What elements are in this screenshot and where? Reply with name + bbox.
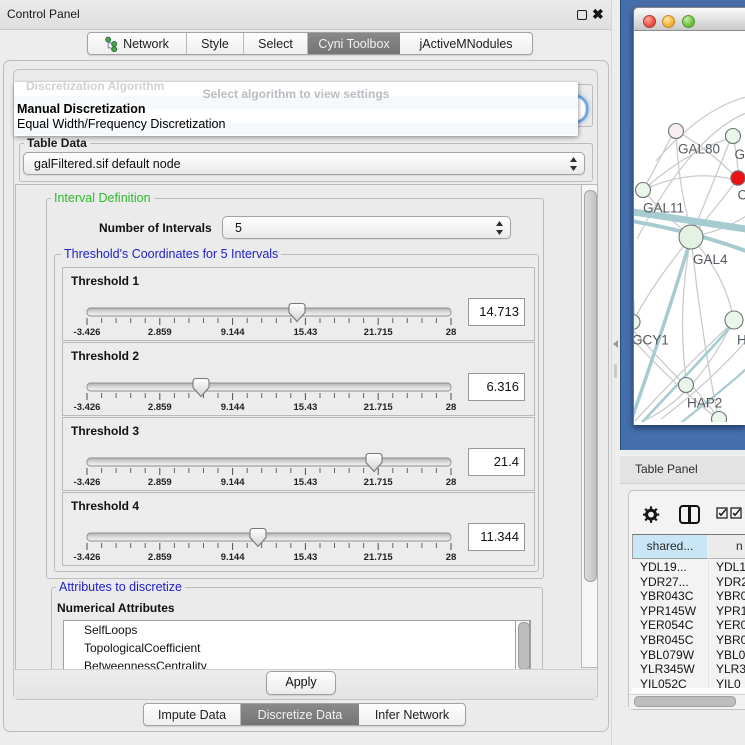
svg-text:HAP2: HAP2 (687, 396, 722, 411)
svg-text:HA: HA (737, 333, 745, 348)
svg-text:GAL80: GAL80 (678, 142, 720, 157)
svg-text:GAL4: GAL4 (693, 252, 728, 267)
svg-text:GAL11: GAL11 (643, 201, 684, 216)
svg-text:GCY1: GCY1 (634, 333, 669, 348)
svg-text:CR: CR (738, 188, 745, 203)
svg-text:GA: GA (735, 147, 745, 162)
